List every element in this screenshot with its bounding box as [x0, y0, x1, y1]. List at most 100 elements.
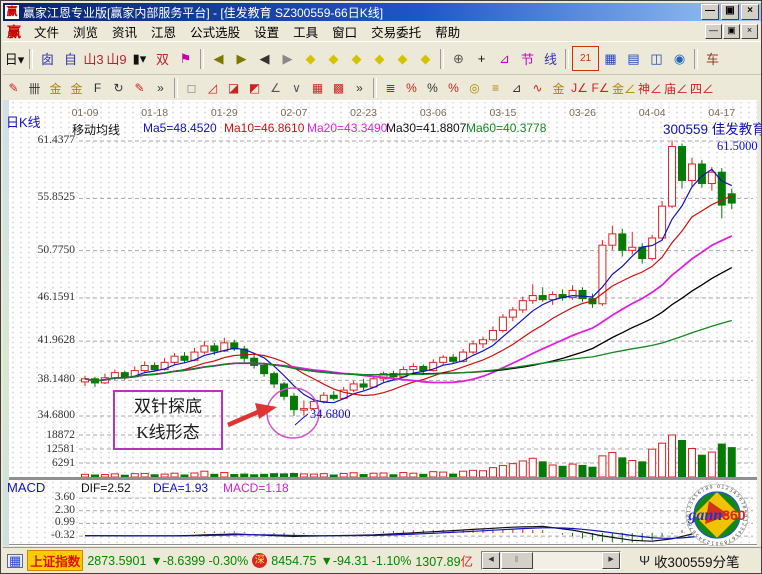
- scroll-right-button[interactable]: ▶: [602, 552, 620, 569]
- gold-angle-icon[interactable]: 金: [548, 79, 569, 97]
- period-day-icon[interactable]: 日▾: [3, 48, 26, 69]
- festival-icon[interactable]: 节: [516, 48, 539, 69]
- percent-x-icon[interactable]: %: [401, 79, 422, 97]
- toolbar-separator: [694, 49, 698, 69]
- toolbar-separator: [174, 78, 178, 98]
- sz-index-value: 8454.75: [271, 554, 316, 568]
- grid2-icon[interactable]: ▩: [328, 79, 349, 97]
- crosshair-icon[interactable]: +: [470, 48, 493, 69]
- calculator-icon[interactable]: ▦: [599, 48, 622, 69]
- grid-ruler-icon[interactable]: 卌: [24, 79, 45, 97]
- app-logo-icon: 赢: [5, 5, 19, 19]
- notepad-icon[interactable]: ▤: [622, 48, 645, 69]
- gann-fan-icon[interactable]: ◿: [202, 79, 223, 97]
- line-tool-icon[interactable]: 线: [539, 48, 562, 69]
- truck-order-icon[interactable]: 车: [701, 48, 724, 69]
- angle-measure-icon[interactable]: ⊿: [493, 48, 516, 69]
- horizontal-scrollbar[interactable]: ◀ ⫴ ▶: [481, 551, 621, 570]
- mdi-restore-button[interactable]: ▣: [723, 24, 740, 39]
- gann-diamond2-icon[interactable]: ◆: [322, 48, 345, 69]
- grid1-icon[interactable]: ▦: [307, 79, 328, 97]
- menu-item-8[interactable]: 交易委托: [364, 21, 428, 42]
- menu-item-0[interactable]: 文件: [27, 21, 66, 42]
- gann360-logo: 0123456789012345678901234567890123456789…: [686, 484, 748, 546]
- box-tool-icon[interactable]: ◻: [181, 79, 202, 97]
- skip-first-icon[interactable]: ◀: [207, 48, 230, 69]
- toolbar-separator: [565, 49, 569, 69]
- save-disk-icon[interactable]: ◫: [645, 48, 668, 69]
- brush2-icon[interactable]: ✎: [129, 79, 150, 97]
- chart3-icon[interactable]: 山3: [82, 48, 105, 69]
- more1-icon[interactable]: »: [150, 79, 171, 97]
- hand-pan-icon[interactable]: ⊕: [447, 48, 470, 69]
- close-button[interactable]: ×: [741, 4, 759, 20]
- mdi-minimize-button[interactable]: —: [705, 24, 722, 39]
- v-lines-icon[interactable]: ∨: [286, 79, 307, 97]
- menu-item-6[interactable]: 工具: [286, 21, 325, 42]
- menu-item-4[interactable]: 公式选股: [183, 21, 247, 42]
- fib-ruler-icon[interactable]: F: [87, 79, 108, 97]
- four-angle-icon[interactable]: 四∠: [689, 79, 715, 97]
- menu-item-1[interactable]: 浏览: [66, 21, 105, 42]
- menu-item-5[interactable]: 设置: [247, 21, 286, 42]
- square-fan1-icon[interactable]: ◪: [223, 79, 244, 97]
- gold-ruler1-icon[interactable]: 金: [45, 79, 66, 97]
- next-icon[interactable]: ▶: [276, 48, 299, 69]
- toolbar-separator: [440, 49, 444, 69]
- globe-icon[interactable]: ◉: [668, 48, 691, 69]
- brush-icon[interactable]: ✎: [3, 79, 24, 97]
- flag-icon[interactable]: ⚑: [174, 48, 197, 69]
- gann-diamond5-icon[interactable]: ◆: [391, 48, 414, 69]
- kline-tool-icon[interactable]: 双: [151, 48, 174, 69]
- wave-icon[interactable]: ∿: [527, 79, 548, 97]
- angle-lines-icon[interactable]: ∠: [265, 79, 286, 97]
- more2-icon[interactable]: »: [349, 79, 370, 97]
- percent-icon[interactable]: %: [422, 79, 443, 97]
- keyboard-icon[interactable]: ▦: [7, 554, 23, 568]
- window-title: 赢家江恩专业版[赢家内部服务平台] - [佳发教育 SZ300559-66日K线…: [23, 4, 383, 21]
- menu-item-7[interactable]: 窗口: [325, 21, 364, 42]
- gold-angle2-icon[interactable]: 金∠: [611, 79, 637, 97]
- pen-measure-icon[interactable]: ⊿: [506, 79, 527, 97]
- sz-index-icon[interactable]: 深: [252, 553, 267, 568]
- gann-diamond6-icon[interactable]: ◆: [414, 48, 437, 69]
- scrollbar-thumb[interactable]: ⫴: [501, 552, 533, 569]
- j-angle-icon[interactable]: J∠: [569, 79, 590, 97]
- minimize-button[interactable]: —: [701, 4, 719, 20]
- region-zoom-icon[interactable]: 囱: [36, 48, 59, 69]
- candle-style-icon[interactable]: ▮▾: [128, 48, 151, 69]
- menu-item-3[interactable]: 江恩: [144, 21, 183, 42]
- tick-feed-label[interactable]: 收300559分笔: [654, 551, 740, 571]
- square-fan2-icon[interactable]: ◩: [244, 79, 265, 97]
- menu-item-2[interactable]: 资讯: [105, 21, 144, 42]
- toolbar-main: 日▾囱自山3山9▮▾双⚑◀▶◀▶◆◆◆◆◆◆⊕+⊿节线21▦▤◫◉车: [3, 41, 761, 75]
- sh-index-badge[interactable]: 上证指数: [27, 550, 83, 571]
- shen-angle-icon[interactable]: 神∠: [637, 79, 663, 97]
- f-angle-icon[interactable]: F∠: [590, 79, 611, 97]
- sz-index-change: ▼-94.31 -1.10%: [320, 554, 411, 568]
- temple-angle-icon[interactable]: 庙∠: [663, 79, 689, 97]
- percent-line-icon[interactable]: %: [443, 79, 464, 97]
- info-board-icon[interactable]: 自: [59, 48, 82, 69]
- menu-bar: 赢 文件浏览资讯江恩公式选股设置工具窗口交易委托帮助 — ▣ ×: [3, 22, 761, 41]
- spiral-icon[interactable]: ↻: [108, 79, 129, 97]
- gold-circle-icon[interactable]: ◎: [464, 79, 485, 97]
- menu-items: 文件浏览资讯江恩公式选股设置工具窗口交易委托帮助: [27, 21, 467, 42]
- mdi-close-button[interactable]: ×: [741, 24, 758, 39]
- gold-bar-icon[interactable]: ≡: [485, 79, 506, 97]
- gann-diamond3-icon[interactable]: ◆: [345, 48, 368, 69]
- calendar-21-icon[interactable]: 21: [572, 46, 599, 71]
- gann-diamond1-icon[interactable]: ◆: [299, 48, 322, 69]
- restore-button[interactable]: ▣: [721, 4, 739, 20]
- scroll-left-button[interactable]: ◀: [482, 552, 500, 569]
- gold-ruler2-icon[interactable]: 金: [66, 79, 87, 97]
- number-ruler-icon[interactable]: ≣: [380, 79, 401, 97]
- chart9-icon[interactable]: 山9: [105, 48, 128, 69]
- status-bar: ▦ 上证指数 2873.5901 ▼-8.6399 -0.30% 深 8454.…: [3, 547, 761, 573]
- gann-diamond4-icon[interactable]: ◆: [368, 48, 391, 69]
- prev-icon[interactable]: ◀: [253, 48, 276, 69]
- gann360-logo-text: gann360: [687, 507, 745, 524]
- skip-last-icon[interactable]: ▶: [230, 48, 253, 69]
- menu-item-9[interactable]: 帮助: [428, 21, 467, 42]
- annotation-arrow-head: [255, 403, 277, 419]
